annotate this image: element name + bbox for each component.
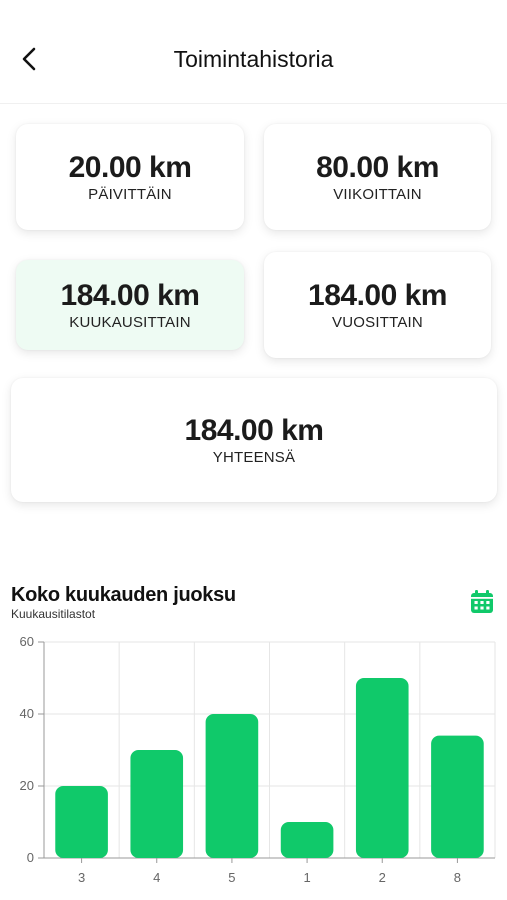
bar-5	[205, 714, 259, 858]
stat-label-total: YHTEENSÄ	[212, 449, 296, 466]
bar-4	[130, 750, 184, 858]
x-tick-label: 1	[303, 870, 310, 885]
x-tick-label: 3	[78, 870, 85, 885]
y-tick-label: 60	[20, 634, 34, 649]
bar-1	[280, 822, 334, 858]
stat-label-yearly: VUOSITTAIN	[332, 314, 423, 331]
x-tick-label: 5	[228, 870, 235, 885]
bar-2	[355, 678, 409, 858]
stat-label-weekly: VIIKOITTAIN	[333, 186, 422, 203]
y-tick-label: 20	[20, 778, 34, 793]
stat-value-monthly: 184.00 km	[60, 279, 200, 312]
y-tick-label: 0	[27, 850, 34, 865]
stat-card-monthly[interactable]: 184.00 km KUUKAUSITTAIN	[16, 260, 244, 350]
stat-card-total[interactable]: 184.00 km YHTEENSÄ	[11, 378, 497, 502]
bar-8	[431, 735, 484, 858]
bar-3	[55, 786, 108, 858]
calendar-icon	[471, 590, 493, 613]
stat-label-monthly: KUUKAUSITTAIN	[69, 314, 191, 331]
stat-value-weekly: 80.00 km	[316, 151, 439, 184]
chart-section-subtitle: Kuukausitilastot	[11, 607, 96, 621]
stat-value-yearly: 184.00 km	[308, 279, 447, 312]
y-tick-label: 40	[20, 706, 34, 721]
stat-value-daily: 20.00 km	[68, 151, 192, 184]
stat-card-weekly[interactable]: 80.00 km VIIKOITTAIN	[264, 124, 491, 230]
calendar-button[interactable]	[469, 589, 495, 615]
x-tick-label: 8	[454, 870, 461, 885]
x-tick-label: 2	[379, 870, 386, 885]
chart-section-title: Koko kuukauden juoksu	[11, 584, 236, 606]
page-title: Toimintahistoria	[173, 46, 334, 72]
x-tick-label: 4	[153, 870, 160, 885]
stat-value-total: 184.00 km	[184, 414, 324, 447]
stat-card-yearly[interactable]: 184.00 km VUOSITTAIN	[264, 252, 491, 358]
stat-label-daily: PÄIVITTÄIN	[88, 186, 172, 203]
monthly-running-chart: 0 20 40 60 3 4 5 1 2 8	[20, 634, 496, 885]
app-header: Toimintahistoria	[0, 0, 507, 104]
stat-card-daily[interactable]: 20.00 km PÄIVITTÄIN	[16, 124, 244, 230]
